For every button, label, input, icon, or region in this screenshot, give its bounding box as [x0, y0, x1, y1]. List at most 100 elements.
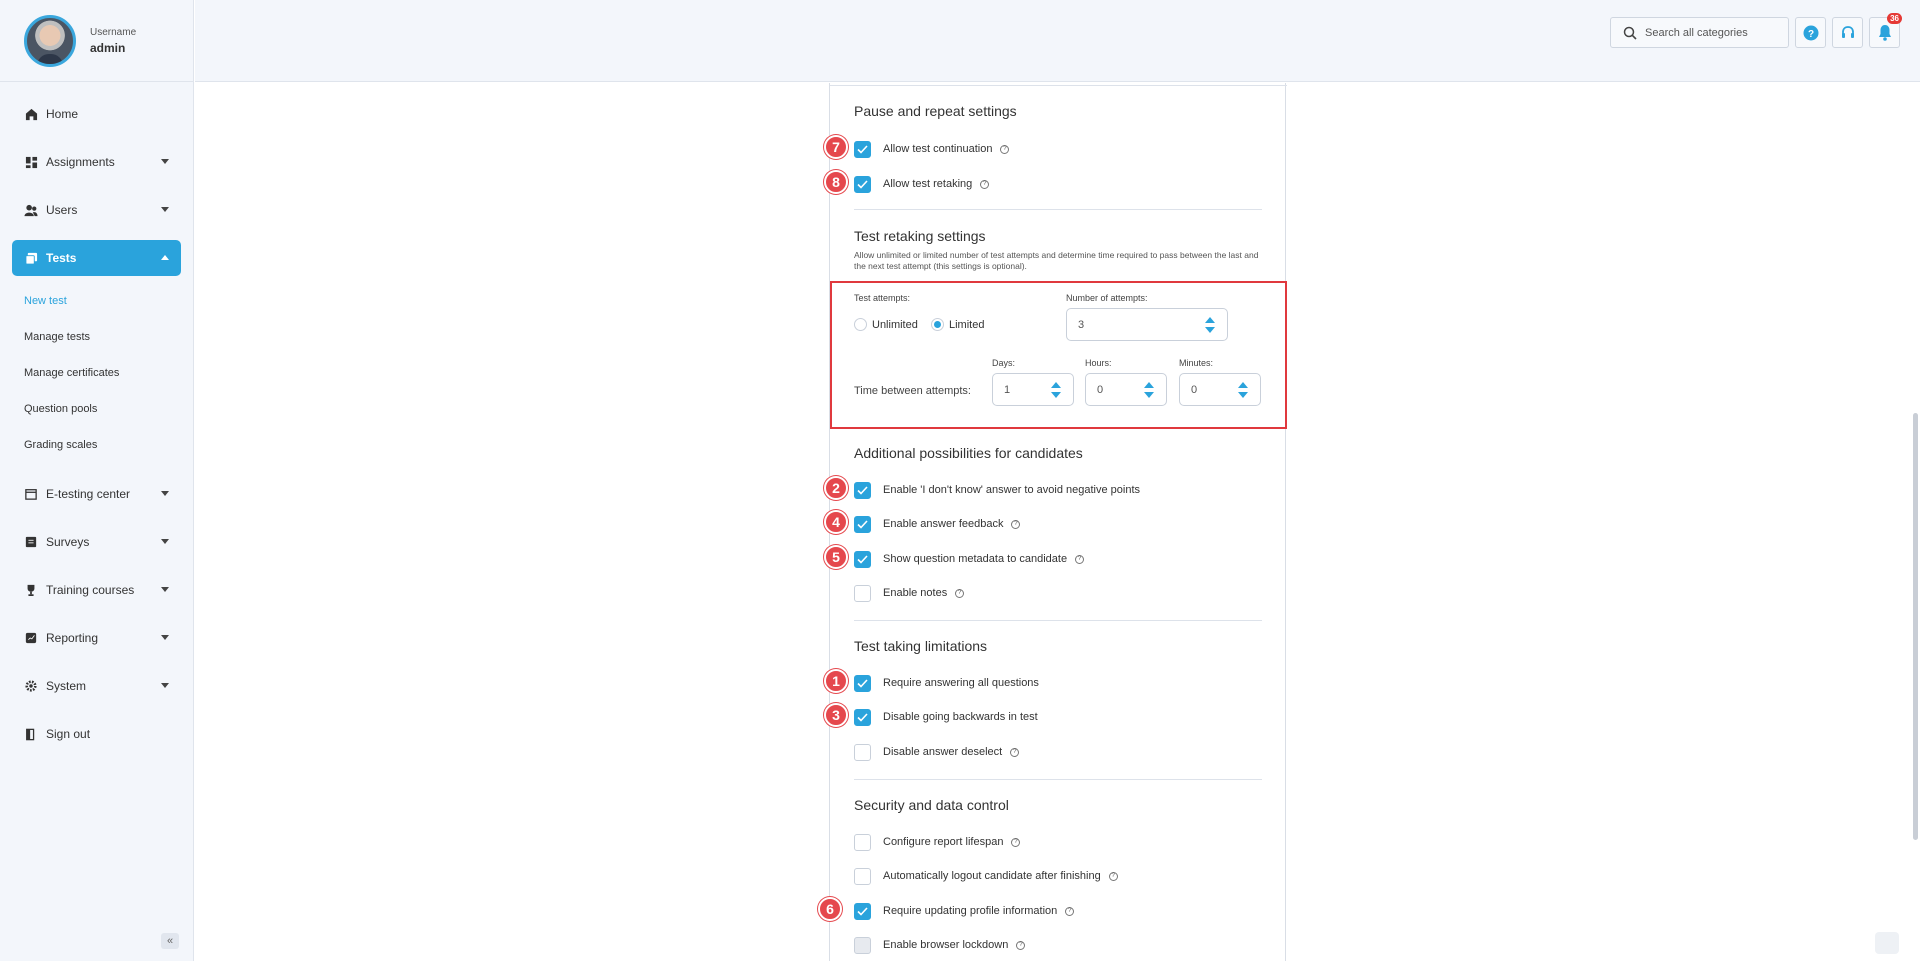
option-label: Require updating profile information: [883, 905, 1058, 917]
hours-stepper[interactable]: 0: [1085, 373, 1167, 406]
support-button[interactable]: [1832, 17, 1863, 48]
option-label: Show question metadata to candidate: [883, 553, 1068, 565]
gear-icon: [24, 679, 38, 693]
option-allow-test-retaking[interactable]: Allow test retaking ?: [854, 174, 990, 194]
checkbox-checked[interactable]: [854, 481, 871, 499]
notification-badge: 36: [1887, 13, 1902, 24]
subitem-manage-certificates[interactable]: Manage certificates: [24, 358, 193, 388]
bell-icon: [1878, 25, 1891, 41]
option-label: Allow test continuation: [883, 143, 993, 155]
option-browser-lockdown[interactable]: Enable browser lockdown ?: [854, 935, 1026, 955]
sidebar-item-surveys[interactable]: Surveys: [12, 524, 181, 560]
radio-label: Unlimited: [872, 318, 918, 331]
option-require-answering[interactable]: Require answering all questions: [854, 673, 1039, 693]
subitem-question-pools[interactable]: Question pools: [24, 394, 193, 424]
sidebar-item-sign-out[interactable]: Sign out: [12, 716, 181, 752]
option-i-dont-know[interactable]: Enable 'I don't know' answer to avoid ne…: [854, 480, 1140, 500]
info-icon[interactable]: ?: [1011, 519, 1021, 529]
decrement-icon[interactable]: [1051, 392, 1061, 398]
divider: [854, 620, 1262, 621]
divider: [830, 85, 1287, 86]
info-icon[interactable]: ?: [1075, 554, 1085, 564]
option-disable-deselect[interactable]: Disable answer deselect ?: [854, 742, 1020, 762]
increment-icon[interactable]: [1144, 382, 1154, 388]
search-icon: [1623, 26, 1637, 40]
checkbox-disabled[interactable]: [854, 936, 871, 954]
section-description: Allow unlimited or limited number of tes…: [854, 250, 1259, 271]
info-icon[interactable]: ?: [1065, 906, 1075, 916]
minutes-stepper[interactable]: 0: [1179, 373, 1261, 406]
chevron-down-icon: [161, 587, 169, 592]
sidebar-item-tests[interactable]: Tests: [12, 240, 181, 276]
subitem-manage-tests[interactable]: Manage tests: [24, 322, 193, 352]
sidebar-item-label: Assignments: [46, 155, 115, 169]
option-answer-feedback[interactable]: Enable answer feedback ?: [854, 514, 1021, 534]
username-value: admin: [90, 40, 126, 55]
radio-unlimited[interactable]: Unlimited: [854, 318, 918, 331]
checkbox-unchecked[interactable]: [854, 584, 871, 602]
report-icon: [24, 631, 38, 645]
option-label: Allow test retaking: [883, 178, 973, 190]
days-stepper[interactable]: 1: [992, 373, 1074, 406]
sidebar-item-home[interactable]: Home: [12, 96, 181, 132]
increment-icon[interactable]: [1238, 382, 1248, 388]
checkbox-checked[interactable]: [854, 140, 871, 158]
checkbox-unchecked[interactable]: [854, 743, 871, 761]
user-profile[interactable]: Username admin: [0, 0, 193, 82]
number-of-attempts-stepper[interactable]: 3: [1066, 308, 1228, 341]
floating-action-button[interactable]: [1875, 932, 1899, 954]
increment-icon[interactable]: [1051, 382, 1061, 388]
sidebar-item-users[interactable]: Users: [12, 192, 181, 228]
option-label: Enable browser lockdown: [883, 939, 1009, 951]
checkbox-checked[interactable]: [854, 175, 871, 193]
radio-limited[interactable]: Limited: [931, 318, 984, 331]
page-scrollbar[interactable]: [1913, 413, 1918, 840]
stepper-value: 1: [1004, 383, 1011, 396]
notifications-button[interactable]: 36: [1869, 13, 1902, 48]
option-report-lifespan[interactable]: Configure report lifespan ?: [854, 832, 1021, 852]
info-icon[interactable]: ?: [955, 588, 965, 598]
option-allow-test-continuation[interactable]: Allow test continuation ?: [854, 139, 1010, 159]
sidebar-item-label: Surveys: [46, 535, 90, 549]
marker-1: 1: [824, 669, 848, 693]
option-update-profile[interactable]: Require updating profile information ?: [854, 901, 1075, 921]
option-label: Configure report lifespan: [883, 836, 1004, 848]
info-icon[interactable]: ?: [1016, 940, 1026, 950]
checkbox-unchecked[interactable]: [854, 833, 871, 851]
sidebar-item-assignments[interactable]: Assignments: [12, 144, 181, 180]
checkbox-checked[interactable]: [854, 515, 871, 533]
radio-button-selected[interactable]: [931, 318, 944, 331]
option-enable-notes[interactable]: Enable notes ?: [854, 583, 965, 603]
info-icon[interactable]: ?: [1000, 144, 1010, 154]
decrement-icon[interactable]: [1238, 392, 1248, 398]
collapse-sidebar-button[interactable]: «: [161, 933, 179, 949]
decrement-icon[interactable]: [1205, 327, 1215, 333]
checkbox-unchecked[interactable]: [854, 867, 871, 885]
checkbox-checked[interactable]: [854, 550, 871, 568]
sidebar-item-reporting[interactable]: Reporting: [12, 620, 181, 656]
option-question-metadata[interactable]: Show question metadata to candidate ?: [854, 549, 1085, 569]
radio-button[interactable]: [854, 318, 867, 331]
checkbox-checked[interactable]: [854, 708, 871, 726]
search-placeholder: Search all categories: [1645, 26, 1748, 39]
help-button[interactable]: ?: [1795, 17, 1826, 48]
subitem-new-test[interactable]: New test: [24, 286, 193, 316]
checkbox-checked[interactable]: [854, 902, 871, 920]
decrement-icon[interactable]: [1144, 392, 1154, 398]
checkbox-checked[interactable]: [854, 674, 871, 692]
option-disable-backwards[interactable]: Disable going backwards in test: [854, 707, 1038, 727]
signout-icon: [24, 727, 38, 741]
sidebar-item-training-courses[interactable]: Training courses: [12, 572, 181, 608]
info-icon[interactable]: ?: [980, 179, 990, 189]
option-auto-logout[interactable]: Automatically logout candidate after fin…: [854, 866, 1118, 886]
info-icon[interactable]: ?: [1011, 837, 1021, 847]
sidebar-item-label: Tests: [46, 251, 77, 265]
sidebar-item-system[interactable]: System: [12, 668, 181, 704]
info-icon[interactable]: ?: [1108, 871, 1118, 881]
increment-icon[interactable]: [1205, 317, 1215, 323]
sidebar-item-e-testing-center[interactable]: E-testing center: [12, 476, 181, 512]
option-label: Automatically logout candidate after fin…: [883, 870, 1101, 882]
search-input[interactable]: Search all categories: [1610, 17, 1789, 48]
info-icon[interactable]: ?: [1010, 747, 1020, 757]
subitem-grading-scales[interactable]: Grading scales: [24, 430, 193, 460]
